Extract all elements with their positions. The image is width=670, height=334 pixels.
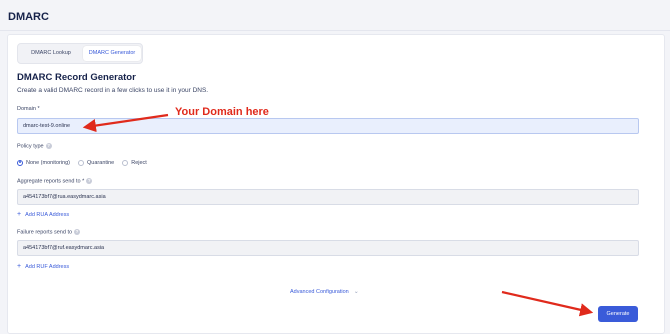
domain-arrow-icon bbox=[82, 113, 169, 133]
annotation-arrows bbox=[82, 113, 594, 317]
generate-arrow-icon bbox=[501, 290, 594, 317]
